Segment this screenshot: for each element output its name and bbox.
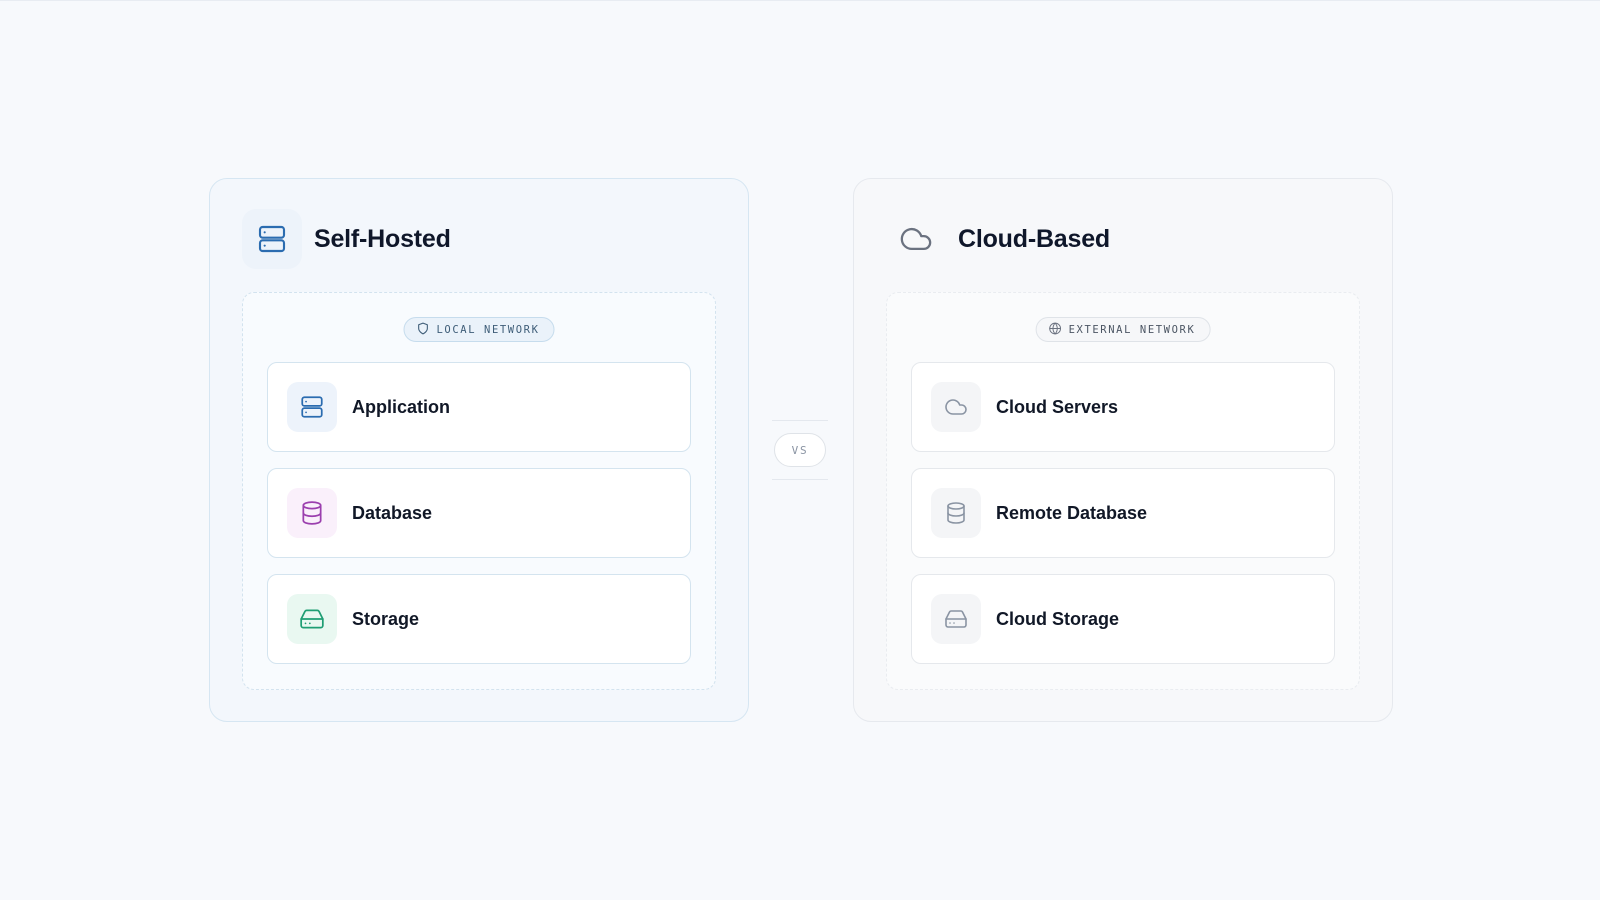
shield-icon bbox=[417, 322, 430, 338]
cloud-storage-label: Cloud Storage bbox=[996, 608, 1120, 629]
external-network-label: EXTERNAL NETWORK bbox=[1068, 323, 1196, 336]
cloud-servers-card: Cloud Servers bbox=[911, 362, 1335, 452]
database-icon bbox=[287, 488, 337, 538]
local-network-zone: LOCAL NETWORK Application Database Stora… bbox=[242, 292, 716, 690]
vs-divider: VS bbox=[772, 420, 828, 480]
vs-line-bottom bbox=[772, 479, 828, 480]
local-network-badge: LOCAL NETWORK bbox=[403, 317, 555, 342]
cloud-icon bbox=[886, 209, 946, 269]
server-icon bbox=[287, 382, 337, 432]
external-network-badge: EXTERNAL NETWORK bbox=[1035, 317, 1211, 342]
self-hosted-header: Self-Hosted bbox=[242, 209, 451, 269]
hard-drive-icon bbox=[931, 594, 981, 644]
storage-card: Storage bbox=[267, 574, 691, 664]
cloud-based-panel: Cloud-Based EXTERNAL NETWORK Cloud Serve… bbox=[853, 178, 1393, 722]
application-label: Application bbox=[352, 396, 450, 417]
globe-icon bbox=[1049, 322, 1062, 338]
remote-database-label: Remote Database bbox=[996, 502, 1148, 523]
application-card: Application bbox=[267, 362, 691, 452]
self-hosted-panel: Self-Hosted LOCAL NETWORK Application Da… bbox=[209, 178, 749, 722]
comparison-diagram: Self-Hosted LOCAL NETWORK Application Da… bbox=[0, 0, 1600, 900]
local-network-label: LOCAL NETWORK bbox=[436, 323, 540, 336]
cloud-based-header: Cloud-Based bbox=[886, 209, 1110, 269]
vs-badge: VS bbox=[774, 433, 826, 467]
cloud-icon bbox=[931, 382, 981, 432]
cloud-storage-card: Cloud Storage bbox=[911, 574, 1335, 664]
database-icon bbox=[931, 488, 981, 538]
storage-label: Storage bbox=[352, 608, 420, 629]
self-hosted-title: Self-Hosted bbox=[314, 224, 451, 253]
cloud-based-title: Cloud-Based bbox=[958, 224, 1110, 253]
database-label: Database bbox=[352, 502, 433, 523]
server-icon bbox=[242, 209, 302, 269]
database-card: Database bbox=[267, 468, 691, 558]
hard-drive-icon bbox=[287, 594, 337, 644]
vs-line-top bbox=[772, 420, 828, 421]
cloud-servers-label: Cloud Servers bbox=[996, 396, 1119, 417]
external-network-zone: EXTERNAL NETWORK Cloud Servers Remote Da… bbox=[886, 292, 1360, 690]
remote-database-card: Remote Database bbox=[911, 468, 1335, 558]
